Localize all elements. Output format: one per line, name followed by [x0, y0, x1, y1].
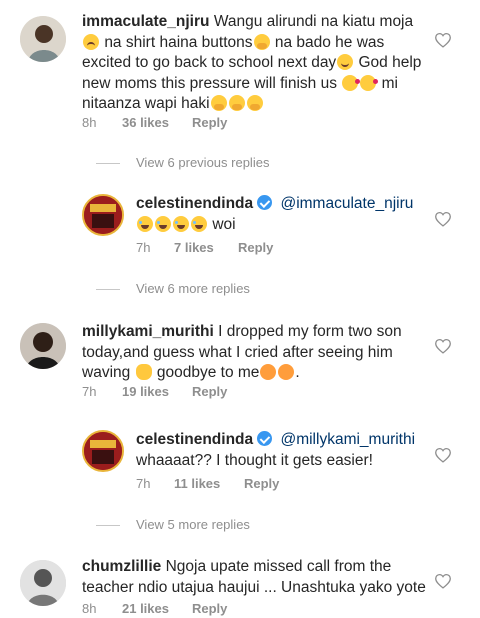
comment-time: 8h	[82, 115, 97, 130]
comment-body: waving	[82, 364, 131, 381]
reply-meta: 7h 11 likes Reply	[136, 476, 336, 492]
divider-line	[96, 163, 120, 165]
reply-body: woi	[212, 215, 236, 233]
avatar[interactable]	[82, 194, 124, 236]
tears-of-joy-emoji-icon	[155, 215, 171, 232]
tired-face-emoji-icon	[278, 364, 295, 380]
likes-count[interactable]: 7 likes	[174, 240, 214, 255]
heart-outline-icon[interactable]	[434, 573, 452, 589]
reply-text: celestinendinda @immaculate_njiru woi	[136, 194, 436, 235]
comment-username[interactable]: chumzlillie	[82, 558, 161, 575]
avatar-photo	[20, 323, 66, 369]
reply-time: 7h	[136, 240, 151, 255]
verified-badge-icon	[257, 195, 273, 210]
comment-text: millykami_murithi I dropped my form two …	[82, 322, 422, 384]
frowning-face-emoji-icon	[83, 33, 99, 50]
reply-button[interactable]: Reply	[192, 601, 227, 616]
likes-count[interactable]: 36 likes	[122, 115, 169, 130]
comment-time: 7h	[82, 384, 97, 399]
reply-time: 7h	[136, 476, 151, 491]
heart-outline-icon[interactable]	[434, 32, 452, 48]
reply-body: whaaaat?? I thought it gets easier!	[136, 451, 373, 469]
waving-hand-emoji-icon	[135, 364, 152, 380]
comment-body: today,and guess what I cried after seein…	[82, 343, 393, 361]
comment-body: nitaanza wapi haki	[82, 95, 210, 112]
avatar[interactable]	[20, 560, 66, 606]
heart-outline-icon[interactable]	[434, 338, 452, 354]
divider-line	[96, 525, 120, 527]
view-replies-label: View 6 previous replies	[136, 155, 270, 170]
reply-username[interactable]: celestinendinda	[136, 195, 253, 212]
reply-button[interactable]: Reply	[192, 115, 227, 130]
avatar-photo	[20, 16, 66, 62]
heart-outline-icon[interactable]	[434, 211, 452, 227]
divider-line	[96, 289, 120, 291]
comment-body: teacher ndio utajua haujui ... Unashtuka…	[82, 578, 426, 596]
tears-of-joy-emoji-icon	[173, 215, 189, 232]
comment-body: Wangu alirundi na kiatu moja	[213, 13, 414, 30]
reply-text: celestinendinda @millykami_murithi whaaa…	[136, 430, 436, 471]
reply-username[interactable]: celestinendinda	[136, 431, 253, 448]
avatar-photo	[84, 432, 122, 470]
avatar[interactable]	[20, 323, 66, 369]
tired-face-emoji-icon	[260, 364, 277, 380]
comment-text: chumzlillie Ngoja upate missed call from…	[82, 557, 427, 598]
mention-link[interactable]: @immaculate_njiru	[280, 195, 413, 212]
face-with-hand-over-mouth-emoji-icon	[228, 95, 245, 111]
verified-badge-icon	[257, 431, 273, 446]
likes-count[interactable]: 11 likes	[174, 476, 220, 491]
comment-username[interactable]: immaculate_njiru	[82, 13, 210, 30]
comment-meta: 8h 36 likes Reply	[82, 115, 282, 131]
likes-count[interactable]: 21 likes	[122, 601, 169, 616]
comment-time: 8h	[82, 601, 97, 616]
comment-username[interactable]: millykami_murithi	[82, 323, 214, 340]
comment-body: goodbye to me	[152, 364, 260, 381]
avatar[interactable]	[20, 16, 66, 62]
face-with-hand-over-mouth-emoji-icon	[210, 95, 227, 111]
view-more-replies[interactable]: View 6 more replies	[96, 281, 250, 296]
avatar-photo	[20, 560, 66, 606]
comment-body: God help	[354, 54, 422, 71]
face-with-hand-over-mouth-emoji-icon	[246, 95, 263, 111]
tears-of-joy-emoji-icon	[137, 215, 153, 232]
relieved-face-emoji-icon	[337, 54, 354, 70]
comment-text: immaculate_njiru Wangu alirundi na kiatu…	[82, 12, 422, 115]
reply-button[interactable]: Reply	[238, 240, 273, 255]
comment-body: mi	[377, 74, 398, 92]
comment-body: .	[295, 364, 300, 381]
comment-body: I dropped my form two son	[218, 323, 402, 340]
comment-body: na bado he was	[270, 33, 385, 51]
mention-link[interactable]: @millykami_murithi	[280, 431, 415, 448]
comment-meta: 8h 21 likes Reply	[82, 601, 282, 617]
avatar[interactable]	[82, 430, 124, 472]
avatar-photo	[84, 196, 122, 234]
face-with-hand-over-mouth-emoji-icon	[253, 33, 270, 50]
likes-count[interactable]: 19 likes	[122, 384, 169, 399]
view-more-replies[interactable]: View 5 more replies	[96, 517, 250, 532]
smiling-face-with-hearts-emoji-icon	[360, 74, 379, 91]
view-previous-replies[interactable]: View 6 previous replies	[96, 155, 269, 170]
view-replies-label: View 6 more replies	[136, 281, 250, 296]
reply-button[interactable]: Reply	[192, 384, 227, 399]
view-replies-label: View 5 more replies	[136, 517, 250, 532]
comment-meta: 7h 19 likes Reply	[82, 384, 282, 400]
reply-meta: 7h 7 likes Reply	[136, 240, 336, 256]
comment-body: new moms this pressure will finish us	[82, 74, 342, 92]
tears-of-joy-emoji-icon	[191, 215, 207, 232]
comment-body: Ngoja upate missed call from the	[165, 558, 392, 575]
comment-body: excited to go back to school next day	[82, 54, 337, 71]
heart-outline-icon[interactable]	[434, 447, 452, 463]
smiling-face-with-hearts-emoji-icon	[342, 74, 361, 91]
reply-button[interactable]: Reply	[244, 476, 279, 491]
comment-body: na shirt haina buttons	[104, 33, 253, 51]
